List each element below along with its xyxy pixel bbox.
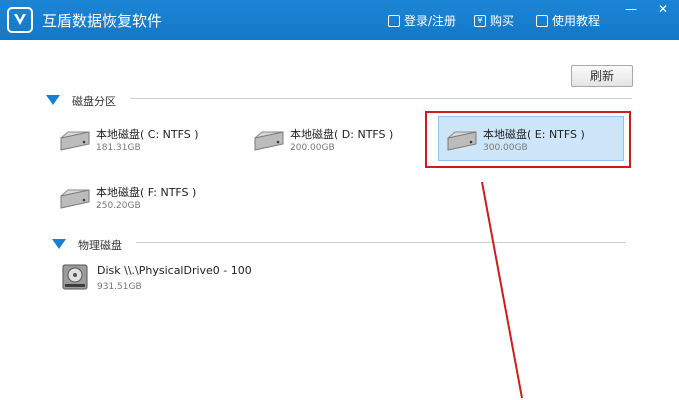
annotation-arrow-line xyxy=(481,181,523,399)
